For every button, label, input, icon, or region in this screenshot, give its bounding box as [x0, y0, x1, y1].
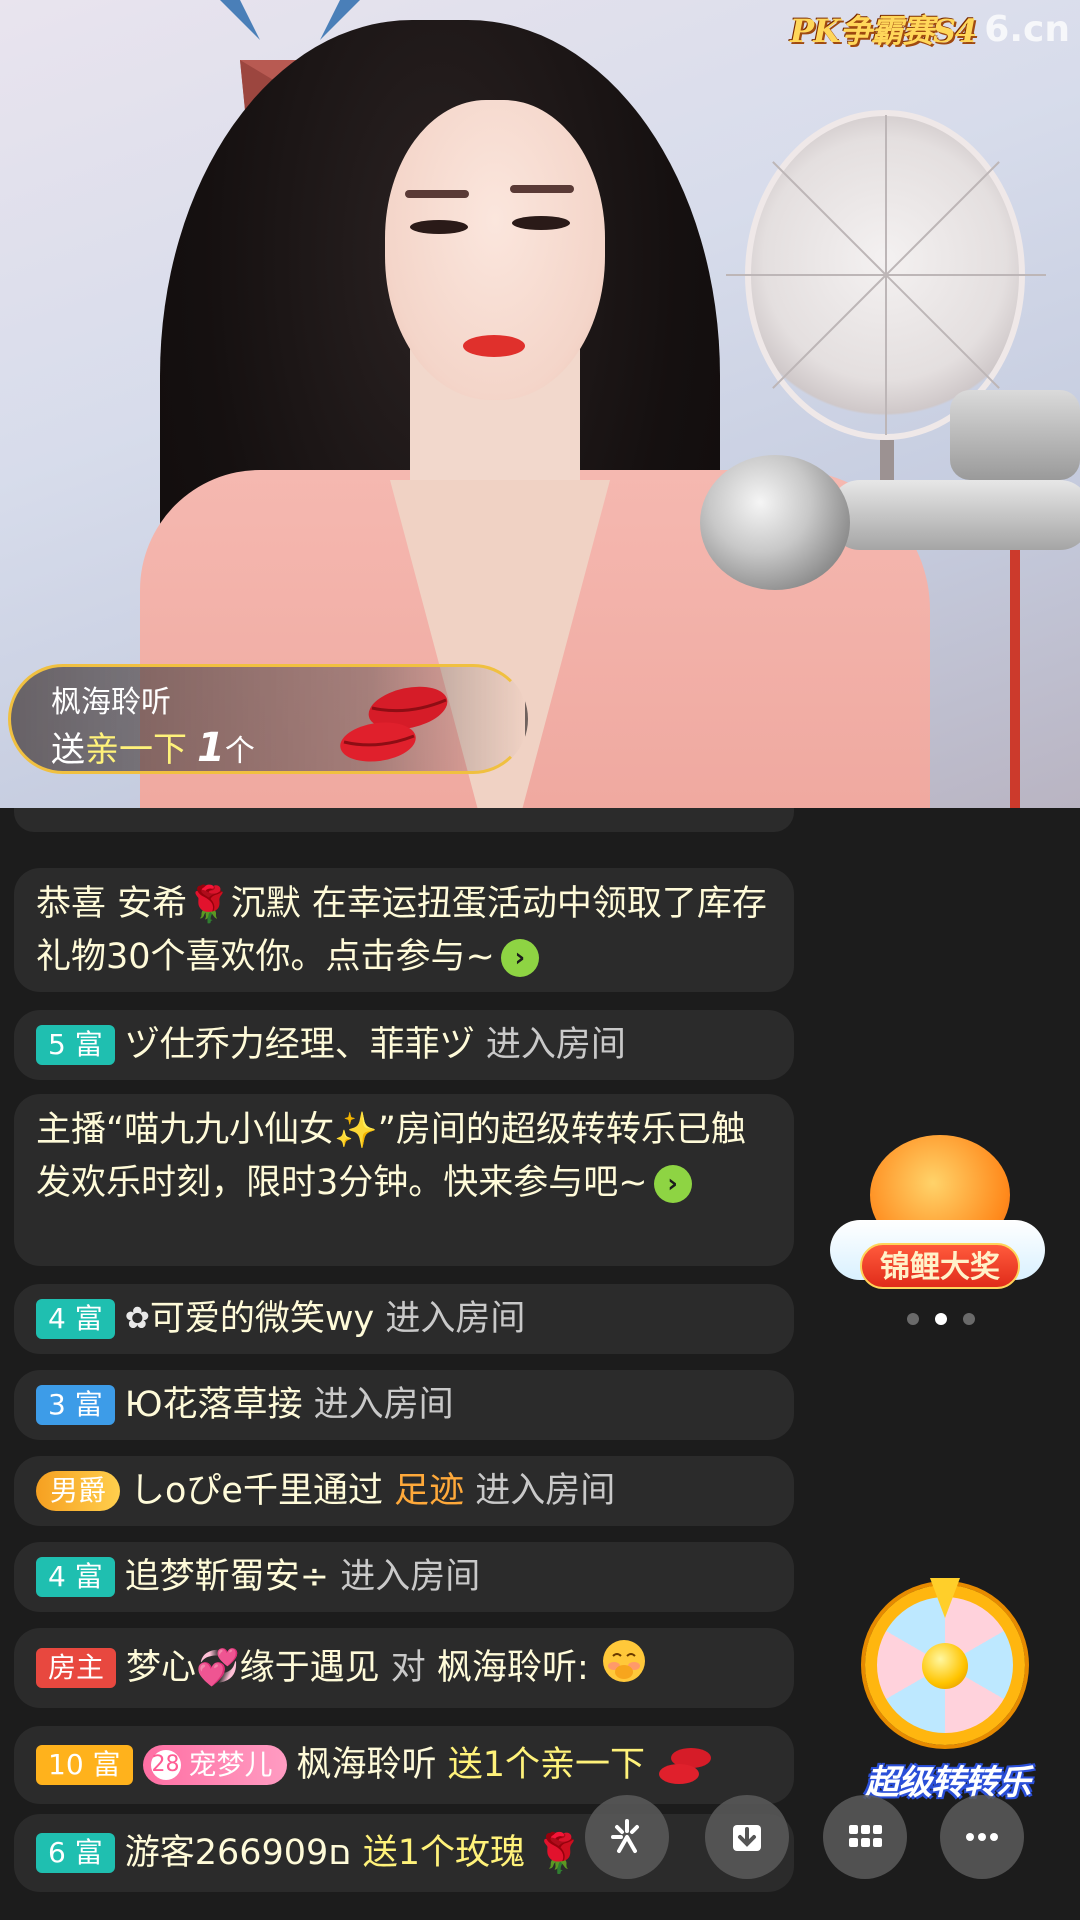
enter-text: 进入房间: [475, 1471, 616, 1511]
gift-action: 送: [51, 730, 85, 770]
pet-badge: 28 宠梦儿: [142, 1745, 287, 1785]
user-name[interactable]: 缘于遇见: [240, 1642, 380, 1694]
user-name[interactable]: 可爱的微笑wy: [150, 1293, 374, 1345]
enter-text: 进入房间: [340, 1557, 481, 1597]
lips: [463, 335, 525, 357]
mic-arm: [950, 390, 1080, 480]
kiss-lips-icon: [658, 1748, 711, 1784]
gift-line: 送亲一下 1个: [51, 722, 255, 771]
carousel-dot: [907, 1313, 919, 1325]
pet-name: 宠梦儿: [188, 1748, 273, 1781]
target-name[interactable]: 枫海聆听:: [437, 1642, 589, 1694]
user-name[interactable]: ヅ仕乔力经理、菲菲ヅ: [125, 1019, 475, 1071]
eyebrow: [510, 185, 574, 193]
blushing-face-icon: [601, 1638, 647, 1699]
more-button[interactable]: [940, 1795, 1024, 1879]
gift-text: 送1个亲一下: [447, 1745, 645, 1785]
eyebrow: [405, 190, 469, 198]
gift-name: 亲一下: [85, 730, 187, 770]
wealth-badge: 5 富: [36, 1025, 115, 1065]
wealth-badge: 4 富: [36, 1299, 115, 1339]
kiss-lips-icon: [340, 686, 448, 762]
share-icon: [611, 1819, 639, 1853]
gift-count: 1: [197, 725, 225, 771]
system-text: 主播“喵九九小仙女: [36, 1110, 335, 1150]
gift-text: 送1个玫瑰: [362, 1833, 525, 1873]
chat-message-system[interactable]: 主播“喵九九小仙女✨”房间的超级转转乐已触发欢乐时刻，限时3分钟。快来参与吧~ ›: [14, 1094, 794, 1266]
rose-icon: 🌹: [187, 885, 231, 925]
share-button[interactable]: [585, 1795, 669, 1879]
chat-message-partial: [14, 808, 794, 832]
user-name[interactable]: Ю花落草接: [125, 1379, 303, 1431]
more-icon: [966, 1833, 998, 1841]
chat-message-enter[interactable]: 3 富 Ю花落草接 进入房间: [14, 1370, 794, 1440]
chat-message-enter[interactable]: 5 富 ヅ仕乔力经理、菲菲ヅ 进入房间: [14, 1010, 794, 1080]
user-name[interactable]: 游客266909ם: [125, 1827, 352, 1879]
brand-logo: 6.cn: [984, 8, 1070, 50]
system-text: 恭喜 安希: [36, 884, 188, 924]
wheel-center-icon: [922, 1643, 968, 1689]
carousel-dot-active: [935, 1313, 947, 1325]
enter-text: 进入房间: [385, 1299, 526, 1339]
user-name[interactable]: 枫海聆听: [297, 1739, 437, 1791]
host-badge: 房主: [36, 1648, 117, 1688]
gift-unit: 个: [224, 734, 255, 769]
wealth-badge: 6 富: [36, 1833, 115, 1873]
go-arrow-icon[interactable]: ›: [653, 1165, 692, 1203]
eye: [410, 220, 468, 234]
pet-level: 28: [150, 1750, 181, 1780]
gift-sender: 枫海聆听: [51, 685, 171, 720]
nobility-badge: 男爵: [36, 1471, 121, 1511]
sparkles-icon: ✨: [334, 1111, 378, 1151]
carousel-dot: [963, 1313, 975, 1325]
chat-message-gift[interactable]: 10 富 28 宠梦儿 枫海聆听 送1个亲一下: [14, 1726, 794, 1804]
chat-panel[interactable]: 恭喜 安希🌹沉默 在幸运扭蛋活动中领取了库存礼物30个喜欢你。点击参与~ › 5 …: [0, 808, 1080, 1920]
via-text: 通过: [312, 1471, 383, 1511]
mic-arm: [830, 480, 1080, 550]
go-arrow-icon[interactable]: ›: [500, 939, 539, 977]
chat-message-gift[interactable]: 6 富 游客266909ם 送1个玫瑰 🌹: [14, 1814, 794, 1892]
to-text: 对: [390, 1648, 426, 1688]
wealth-badge: 3 富: [36, 1385, 115, 1425]
apps-button[interactable]: [823, 1795, 907, 1879]
user-name[interactable]: 梦心: [126, 1642, 196, 1694]
event-logo: PK争霸赛S4: [790, 12, 977, 50]
rose-icon: 🌹: [534, 1831, 583, 1875]
eye: [512, 216, 570, 230]
grid-icon: [849, 1825, 882, 1847]
chat-message-enter[interactable]: 4 富 追梦靳蜀安÷ 进入房间: [14, 1542, 794, 1612]
enter-text: 进入房间: [313, 1385, 454, 1425]
watermark: PK争霸赛S4 6.cn: [790, 6, 1070, 52]
chat-message-enter[interactable]: 4 富 ✿ 可爱的微笑wy 进入房间: [14, 1284, 794, 1354]
download-icon: [733, 1825, 761, 1851]
chat-message-system[interactable]: 恭喜 安希🌹沉默 在幸运扭蛋活动中领取了库存礼物30个喜欢你。点击参与~ ›: [14, 868, 794, 992]
hearts-icon: 💞: [196, 1648, 240, 1688]
download-button[interactable]: [705, 1795, 789, 1879]
koi-prize-widget[interactable]: 锦鲤大奖: [830, 1125, 1045, 1300]
wealth-badge: 10 富: [36, 1745, 133, 1785]
user-name[interactable]: しoぴe千里: [130, 1465, 313, 1517]
via-item: 足迹: [394, 1471, 465, 1511]
koi-label: 锦鲤大奖: [860, 1243, 1020, 1289]
carousel-dots: [907, 1313, 975, 1325]
chat-message-chat[interactable]: 房主 梦心 💞 缘于遇见 对 枫海聆听:: [14, 1628, 794, 1708]
wheel-label: 超级转转乐: [865, 1763, 1031, 1803]
wealth-badge: 4 富: [36, 1557, 115, 1597]
flower-icon: ✿: [124, 1301, 150, 1336]
enter-text: 进入房间: [485, 1025, 626, 1065]
chat-message-enter[interactable]: 男爵 しoぴe千里 通过 足迹 进入房间: [14, 1456, 794, 1526]
live-video[interactable]: PK争霸赛S4 6.cn 枫海聆听 送亲一下 1个: [0, 0, 1080, 808]
microphone: [700, 455, 850, 590]
user-name[interactable]: 追梦靳蜀安÷: [125, 1551, 329, 1603]
